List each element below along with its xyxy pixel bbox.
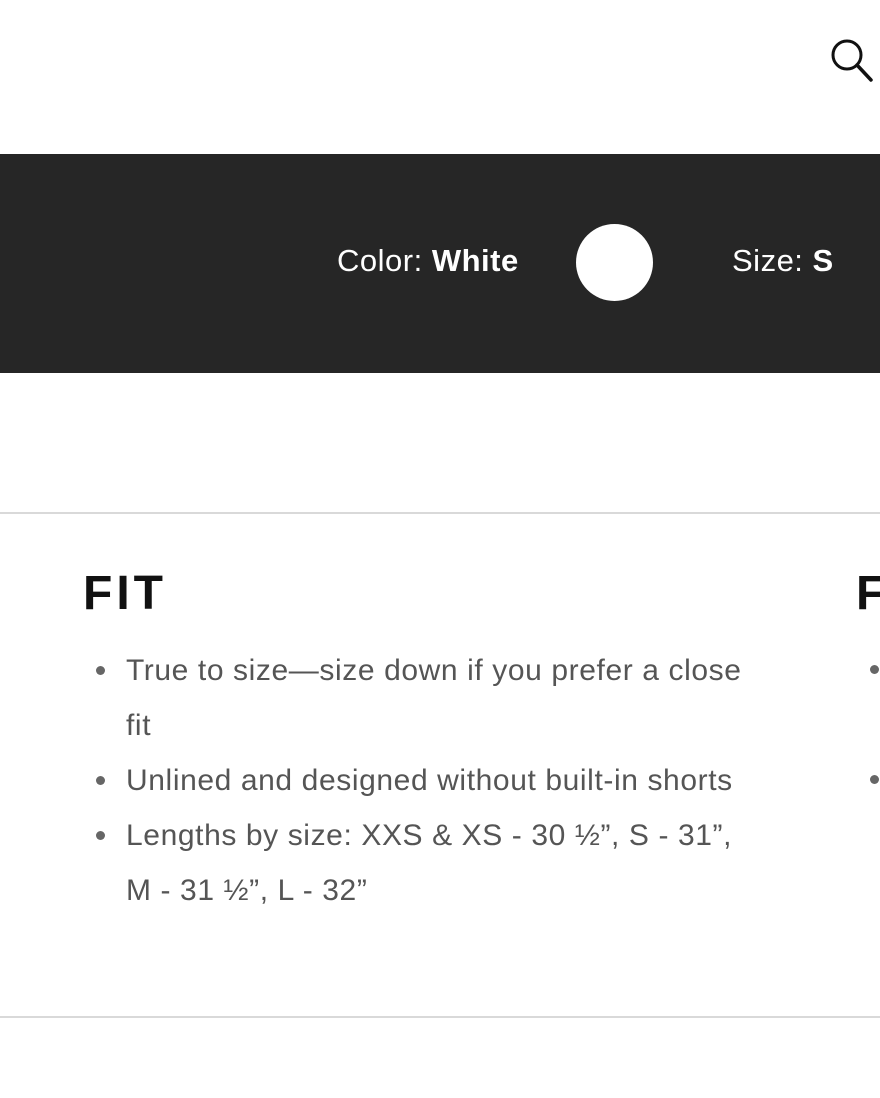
fit-section-title: FIT [83,567,167,620]
search-icon [831,39,873,82]
fit-list-item: Unlined and designed without built-in sh… [90,753,760,808]
size-value: S [812,243,834,278]
fit-item-text: Unlined and designed without built-in sh… [126,764,733,797]
bullet-icon [96,666,105,675]
next-section-bullet-icon [870,775,879,784]
fit-list-item: Lengths by size: XXS & XS - 30 ½”, S - 3… [90,808,760,918]
product-details-page: Color: White Size: S FIT True to size—si… [0,0,880,1098]
section-divider-bottom [0,1016,880,1018]
color-label: Color: [337,243,423,278]
bullet-icon [96,776,105,785]
next-section-bullet-icon [870,665,879,674]
next-section-title-partial: F [856,567,880,620]
fit-details-list: True to size—size down if you prefer a c… [90,643,760,918]
search-button[interactable] [826,34,878,86]
size-selection[interactable]: Size: S [732,243,834,279]
bullet-icon [96,831,105,840]
fit-item-text: Lengths by size: XXS & XS - 30 ½”, S - 3… [126,819,733,907]
section-divider-top [0,512,880,514]
color-selection: Color: White [337,243,519,279]
fit-list-item: True to size—size down if you prefer a c… [90,643,760,753]
fit-item-text: True to size—size down if you prefer a c… [126,654,742,742]
size-label: Size: [732,243,804,278]
color-swatch-white[interactable] [576,224,653,301]
color-value: White [431,243,519,278]
